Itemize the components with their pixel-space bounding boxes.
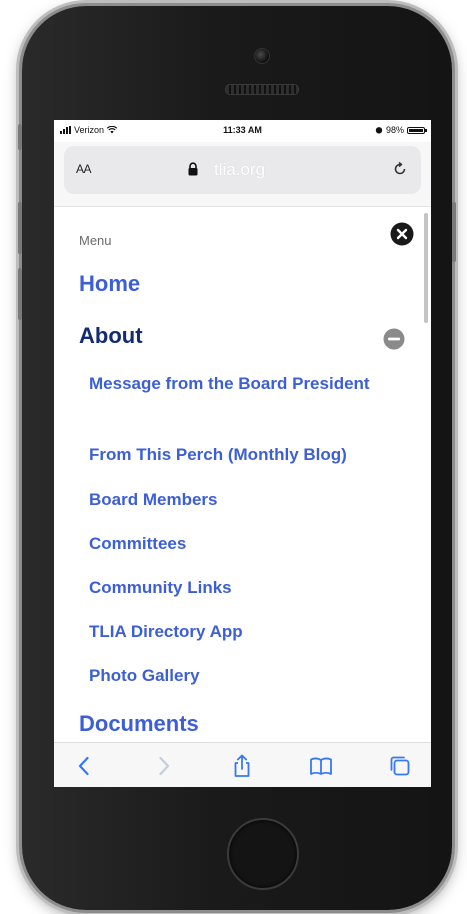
scroll-indicator	[424, 213, 428, 323]
nav-about-community-links[interactable]: Community Links	[89, 574, 409, 602]
home-button[interactable]	[227, 818, 299, 890]
nav-documents[interactable]: Documents	[79, 711, 199, 737]
nav-about-photo-gallery[interactable]: Photo Gallery	[89, 662, 409, 690]
address-area: AA tlia.org	[54, 142, 431, 207]
battery-percent: 98%	[385, 125, 404, 135]
chevron-right-icon[interactable]	[150, 753, 176, 779]
volume-up-button	[18, 202, 22, 254]
minus-circle-icon[interactable]	[383, 328, 405, 350]
alarm-icon	[375, 127, 383, 134]
safari-toolbar	[54, 742, 431, 787]
menu-caption: Menu	[79, 233, 112, 248]
site-menu: Menu Home About Message from the Board P…	[54, 207, 431, 742]
share-icon[interactable]	[229, 753, 255, 779]
address-bar[interactable]: AA tlia.org	[64, 146, 421, 194]
nav-about-message[interactable]: Message from the Board President	[89, 370, 409, 398]
book-icon[interactable]	[308, 753, 334, 779]
status-right: 98%	[375, 125, 427, 135]
nav-about-blog[interactable]: From This Perch (Monthly Blog)	[89, 441, 409, 469]
nav-home[interactable]: Home	[79, 271, 140, 297]
nav-about-board-members[interactable]: Board Members	[89, 486, 409, 514]
front-camera	[254, 48, 270, 64]
url-text[interactable]: tlia.org	[214, 160, 265, 180]
power-button	[452, 202, 456, 262]
mute-switch	[18, 124, 22, 150]
nav-about[interactable]: About	[79, 323, 143, 349]
volume-down-button	[18, 268, 22, 320]
nav-about-committees[interactable]: Committees	[89, 530, 409, 558]
text-size-button[interactable]: AA	[76, 162, 92, 176]
phone-screen: Verizon 11:33 AM 98% AA tlia.org Menu Ho…	[54, 120, 431, 787]
tabs-icon[interactable]	[387, 753, 413, 779]
nav-about-directory-app[interactable]: TLIA Directory App	[89, 618, 409, 646]
lock-icon	[188, 162, 198, 176]
close-icon[interactable]	[390, 222, 414, 246]
battery-icon	[407, 126, 427, 134]
status-bar: Verizon 11:33 AM 98%	[54, 120, 431, 142]
reload-icon[interactable]	[391, 160, 409, 178]
chevron-left-icon[interactable]	[72, 753, 98, 779]
battery-fill	[409, 128, 423, 132]
earpiece-speaker	[225, 84, 299, 95]
